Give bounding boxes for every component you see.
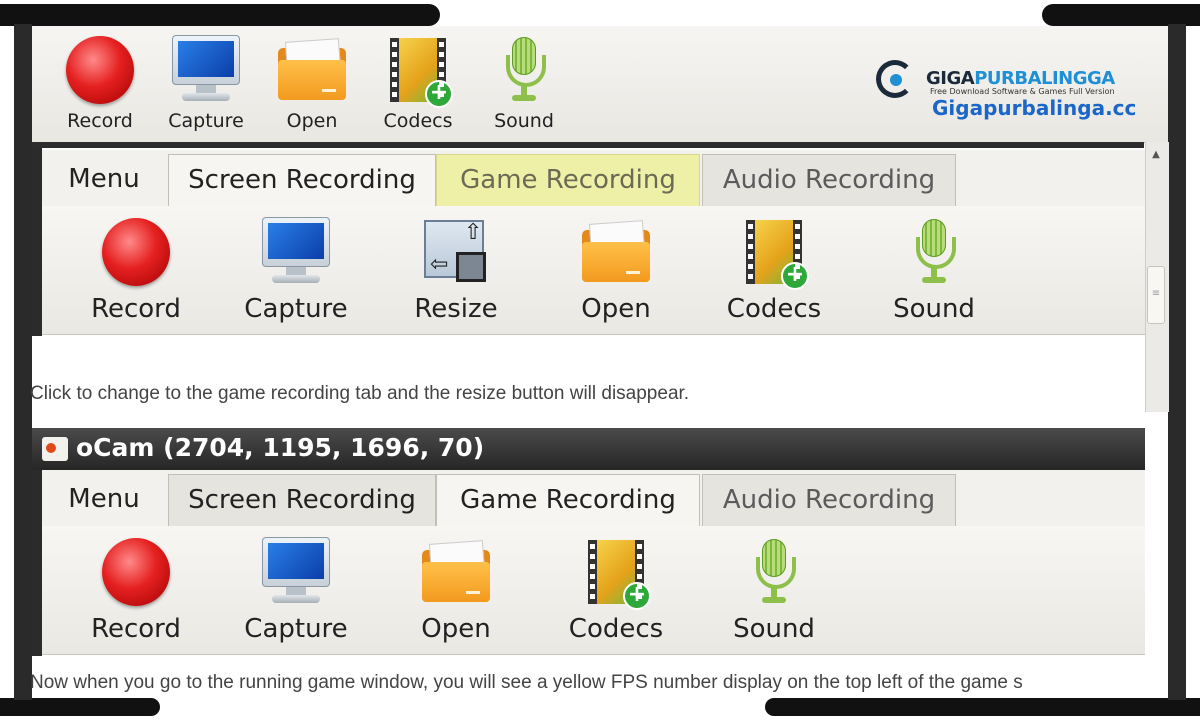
panel2-ribbon: Record Capture Open + Codecs Sound [42,526,1145,655]
ocam-app-icon [42,437,68,461]
resize-button[interactable]: ⇧ ⇦ Resize [396,210,516,324]
scroll-thumb[interactable]: ≡ [1147,266,1165,324]
eye-logo-icon [876,60,914,98]
logo-tagline: Free Download Software & Games Full Vers… [930,87,1115,96]
frame-left-edge [14,24,32,700]
button-label: Capture [244,294,348,324]
resize-icon: ⇧ ⇦ [424,220,488,284]
button-label: Open [286,110,338,132]
monitor-icon [170,35,242,105]
microphone-icon [914,219,956,285]
capture-button[interactable]: Capture [236,530,356,644]
button-label: Sound [733,614,815,644]
panel2-tab-bar: Menu Screen Recording Game Recording Aud… [42,470,1145,527]
button-label: Resize [414,294,498,324]
button-label: Codecs [383,110,453,132]
frame-bottom-bar [0,698,160,716]
folder-icon [422,540,490,602]
tab-audio-recording[interactable]: Audio Recording [702,154,956,206]
panel1-tab-bar: Menu Screen Recording Game Recording Aud… [42,150,1145,207]
tab-screen-recording[interactable]: Screen Recording [168,154,436,207]
open-button[interactable]: Open [396,530,516,644]
tab-game-recording[interactable]: Game Recording [436,154,700,206]
folder-icon [582,220,650,282]
button-label: Open [581,294,651,324]
button-label: Sound [494,110,554,132]
window-title-bar: oCam (2704, 1195, 1696, 70) [32,428,1145,470]
film-plus-icon: + [390,38,453,108]
top-record-button[interactable]: Record [50,32,150,132]
film-plus-icon: + [588,540,651,610]
button-label: Codecs [726,294,822,324]
button-label: Sound [893,294,975,324]
button-label: Codecs [568,614,664,644]
tab-menu[interactable]: Menu [48,474,160,526]
microphone-icon [504,37,546,103]
monitor-icon [260,217,332,287]
open-button[interactable]: Open [556,210,676,324]
watermark-logo: GIGAPURBALINGGA Free Download Software &… [876,60,1136,120]
scroll-up-arrow-icon[interactable]: ▲ [1147,146,1165,164]
panel2-left-edge [32,470,42,656]
codecs-button[interactable]: + Codecs [556,530,676,644]
button-label: Record [91,614,181,644]
microphone-icon [754,539,796,605]
logo-brand: GIGAPURBALINGGA [926,68,1115,89]
sound-button[interactable]: Sound [714,530,834,644]
button-label: Capture [244,614,348,644]
button-label: Open [421,614,491,644]
tab-screen-recording[interactable]: Screen Recording [168,474,436,526]
caption-text-2: Now when you go to the running game wind… [30,672,1023,693]
record-icon [102,218,170,286]
window-title: oCam (2704, 1195, 1696, 70) [76,433,485,462]
tab-audio-recording[interactable]: Audio Recording [702,474,956,526]
record-button[interactable]: Record [76,210,196,324]
record-icon [66,36,134,104]
top-sound-button[interactable]: Sound [474,32,574,132]
top-codecs-button[interactable]: + Codecs [368,32,468,132]
folder-icon [278,38,346,100]
top-capture-button[interactable]: Capture [156,32,256,132]
tab-menu[interactable]: Menu [48,154,160,206]
button-label: Record [67,110,133,132]
button-label: Record [91,294,181,324]
panel1-ribbon: Record Capture ⇧ ⇦ Resize Open + Codecs S… [42,206,1145,335]
frame-top-bar-right [1042,4,1200,26]
frame-bottom-bar-right [765,698,1200,716]
film-plus-icon: + [746,220,809,290]
frame-top-bar [0,4,440,26]
sound-button[interactable]: Sound [874,210,994,324]
logo-site: Gigapurbalinga.cc [932,96,1137,120]
capture-button[interactable]: Capture [236,210,356,324]
monitor-icon [260,537,332,607]
caption-text-1: Click to change to the game recording ta… [30,383,690,404]
record-icon [102,538,170,606]
record-button[interactable]: Record [76,530,196,644]
frame-right-edge [1168,24,1186,700]
panel1-left-edge [32,148,42,336]
codecs-button[interactable]: + Codecs [714,210,834,324]
top-divider [32,142,1144,148]
top-open-button[interactable]: Open [262,32,362,132]
button-label: Capture [168,110,244,132]
tab-game-recording[interactable]: Game Recording [436,474,700,527]
